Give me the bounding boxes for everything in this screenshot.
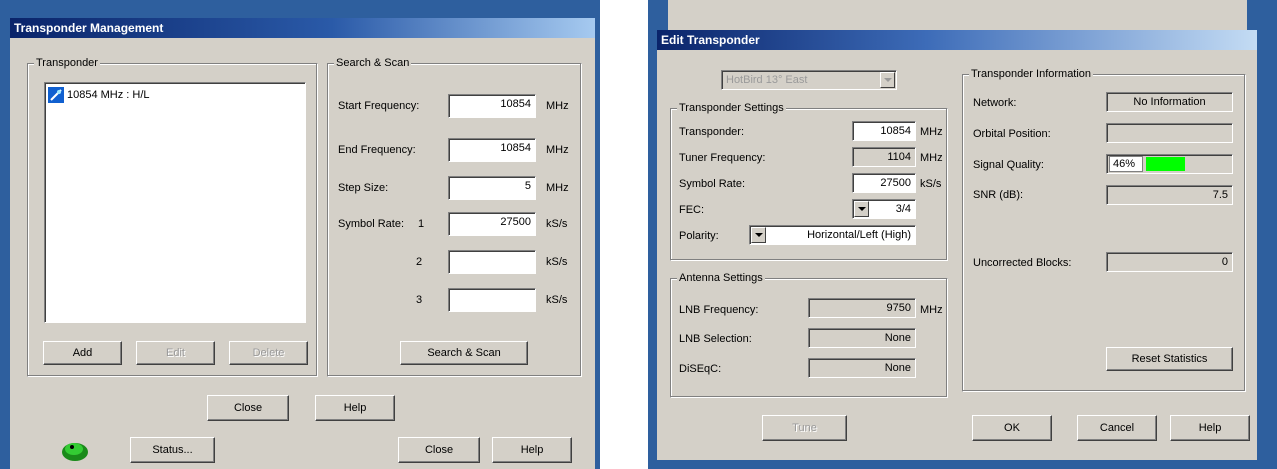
orbital-position-field (1106, 123, 1233, 143)
lnb-selection-field: None (808, 328, 916, 348)
snr-label: SNR (dB): (973, 189, 1024, 201)
edit-dialog-title: Edit Transponder (657, 30, 1257, 50)
uncorrected-blocks-label: Uncorrected Blocks: (973, 257, 1072, 269)
step-size-unit: MHz (546, 182, 569, 194)
symbol-rate-label: Symbol Rate: (338, 218, 405, 230)
uncorrected-blocks-field: 0 (1106, 252, 1233, 272)
symbol-rate-2-index: 2 (416, 256, 423, 268)
transponder-icon (48, 87, 64, 103)
fec-label: FEC: (679, 204, 705, 216)
parent-close-button[interactable]: Close (398, 437, 480, 463)
help-button[interactable]: Help (1170, 415, 1250, 441)
fec-dropdown-arrow-icon[interactable] (854, 201, 869, 217)
signal-quality-value: 46% (1109, 156, 1143, 172)
diseqc-field: None (808, 358, 916, 378)
symbol-rate-3-index: 3 (416, 294, 423, 306)
symbol-rate-2-input[interactable] (448, 250, 536, 274)
symbol-rate-1-index: 1 (418, 218, 425, 230)
edit-button[interactable]: Edit (136, 341, 215, 365)
transponder-info-title: Transponder Information (969, 67, 1094, 81)
polarity-dropdown-arrow-icon[interactable] (751, 227, 766, 243)
lnb-selection-label: LNB Selection: (679, 333, 752, 345)
symbol-rate-3-unit: kS/s (546, 294, 568, 306)
search-scan-group: Search & Scan Start Frequency: 10854 MHz… (327, 56, 582, 377)
dialog-title: Transponder Management (10, 18, 595, 38)
satellite-dish-icon (60, 437, 90, 463)
network-field: No Information (1106, 92, 1233, 112)
end-frequency-unit: MHz (546, 144, 569, 156)
lnb-frequency-field: 9750 (808, 298, 916, 318)
transponder-label: Transponder: (679, 126, 745, 138)
start-frequency-input[interactable]: 10854 (448, 94, 536, 118)
tuner-frequency-unit: MHz (920, 152, 943, 164)
symbol-rate-label: Symbol Rate: (679, 178, 746, 190)
lnb-frequency-label: LNB Frequency: (679, 304, 759, 316)
satellite-dropdown-arrow-icon[interactable] (880, 72, 895, 88)
delete-button[interactable]: Delete (229, 341, 308, 365)
edit-transponder-dialog: Edit Transponder HotBird 13° East Transp… (657, 30, 1257, 460)
transponder-settings-group: Transponder Settings Transponder: 10854 … (670, 101, 948, 261)
symbol-rate-2-unit: kS/s (546, 256, 568, 268)
transponder-list[interactable]: 10854 MHz : H/L (44, 82, 306, 323)
tuner-frequency-field: 1104 (852, 147, 916, 167)
list-item-label: 10854 MHz : H/L (67, 89, 150, 101)
transponder-management-dialog: Transponder Management Transponder 10854… (10, 18, 595, 430)
tune-button[interactable]: Tune (762, 415, 847, 441)
signal-quality-bar (1146, 157, 1185, 171)
lnb-frequency-unit: MHz (920, 304, 943, 316)
snr-field: 7.5 (1106, 185, 1233, 205)
end-frequency-label: End Frequency: (338, 144, 416, 156)
symbol-rate-unit: kS/s (920, 178, 942, 190)
add-button[interactable]: Add (43, 341, 122, 365)
signal-quality-label: Signal Quality: (973, 159, 1044, 171)
polarity-select[interactable]: Horizontal/Left (High) (749, 225, 916, 245)
step-size-input[interactable]: 5 (448, 176, 536, 200)
antenna-settings-group: Antenna Settings LNB Frequency: 9750 MHz… (670, 271, 948, 398)
search-scan-group-title: Search & Scan (334, 56, 412, 70)
start-frequency-unit: MHz (546, 100, 569, 112)
polarity-label: Polarity: (679, 230, 719, 242)
orbital-position-label: Orbital Position: (973, 128, 1051, 140)
satellite-select[interactable]: HotBird 13° East (721, 70, 897, 90)
transponder-info-group: Transponder Information Network: No Info… (962, 67, 1246, 392)
symbol-rate-input[interactable]: 27500 (852, 173, 916, 193)
status-button[interactable]: Status... (130, 437, 215, 463)
transponder-input[interactable]: 10854 (852, 121, 916, 141)
parent-help-button[interactable]: Help (492, 437, 572, 463)
help-button[interactable]: Help (315, 395, 395, 421)
tuner-frequency-label: Tuner Frequency: (679, 152, 766, 164)
step-size-label: Step Size: (338, 182, 389, 194)
transponder-unit: MHz (920, 126, 943, 138)
reset-statistics-button[interactable]: Reset Statistics (1106, 347, 1233, 371)
start-frequency-label: Start Frequency: (338, 100, 420, 112)
close-button[interactable]: Close (207, 395, 289, 421)
antenna-settings-title: Antenna Settings (677, 271, 765, 285)
diseqc-label: DiSEqC: (679, 363, 722, 375)
ok-button[interactable]: OK (972, 415, 1052, 441)
right-parent-panel (668, 0, 1247, 30)
satellite-select-value: HotBird 13° East (726, 74, 808, 86)
search-scan-button[interactable]: Search & Scan (400, 341, 528, 365)
end-frequency-input[interactable]: 10854 (448, 138, 536, 162)
symbol-rate-1-unit: kS/s (546, 218, 568, 230)
transponder-group: Transponder 10854 MHz : H/L Add Edit Del… (27, 56, 318, 377)
transponder-group-title: Transponder (34, 56, 100, 70)
cancel-button[interactable]: Cancel (1077, 415, 1157, 441)
transponder-settings-title: Transponder Settings (677, 101, 786, 115)
symbol-rate-3-input[interactable] (448, 288, 536, 312)
network-label: Network: (973, 97, 1017, 109)
symbol-rate-1-input[interactable]: 27500 (448, 212, 536, 236)
signal-quality-meter: 46% (1106, 154, 1233, 174)
list-item[interactable]: 10854 MHz : H/L (48, 87, 150, 103)
